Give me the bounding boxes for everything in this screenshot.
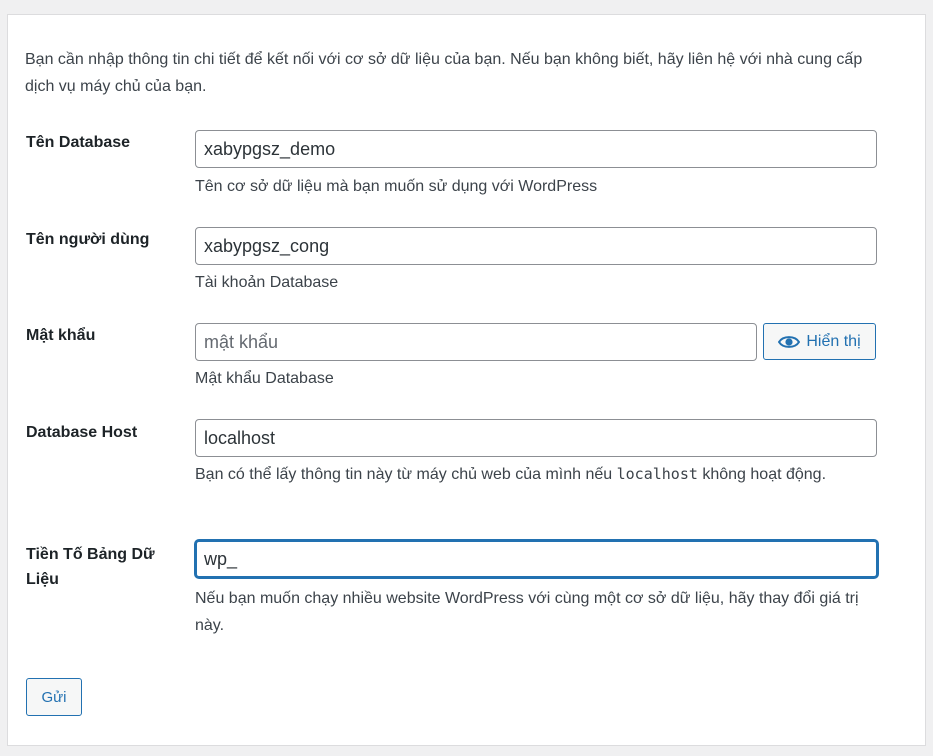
- db-host-label: Database Host: [26, 424, 138, 441]
- db-name-description: Tên cơ sở dữ liệu mà bạn muốn sử dụng vớ…: [195, 178, 598, 195]
- show-password-label: Hiển thị: [806, 332, 861, 350]
- show-password-button[interactable]: Hiển thị: [763, 323, 876, 360]
- password-input[interactable]: [195, 323, 757, 361]
- password-label: Mật khẩu: [26, 327, 96, 344]
- db-host-description-before: Bạn có thể lấy thông tin này từ máy chủ …: [195, 466, 617, 483]
- db-host-description: Bạn có thể lấy thông tin này từ máy chủ …: [195, 461, 855, 488]
- db-host-description-after: không hoạt động.: [697, 466, 827, 483]
- username-description: Tài khoản Database: [195, 274, 339, 291]
- eye-icon: [778, 335, 801, 349]
- db-name-label: Tên Database: [26, 134, 131, 151]
- submit-button[interactable]: Gửi: [26, 678, 82, 716]
- db-host-input[interactable]: [195, 419, 877, 457]
- intro-text: Bạn cần nhập thông tin chi tiết để kết n…: [25, 51, 863, 95]
- prefix-input[interactable]: [195, 540, 878, 578]
- db-name-input[interactable]: [195, 130, 877, 168]
- prefix-description: Nếu bạn muốn chạy nhiều website WordPres…: [195, 590, 859, 634]
- username-label: Tên người dùng: [26, 231, 150, 248]
- prefix-label: Tiền Tố Bảng Dữ Liệu: [26, 546, 155, 588]
- db-host-description-code: localhost: [616, 465, 698, 483]
- username-input[interactable]: [195, 227, 877, 265]
- password-description: Mật khẩu Database: [195, 370, 334, 387]
